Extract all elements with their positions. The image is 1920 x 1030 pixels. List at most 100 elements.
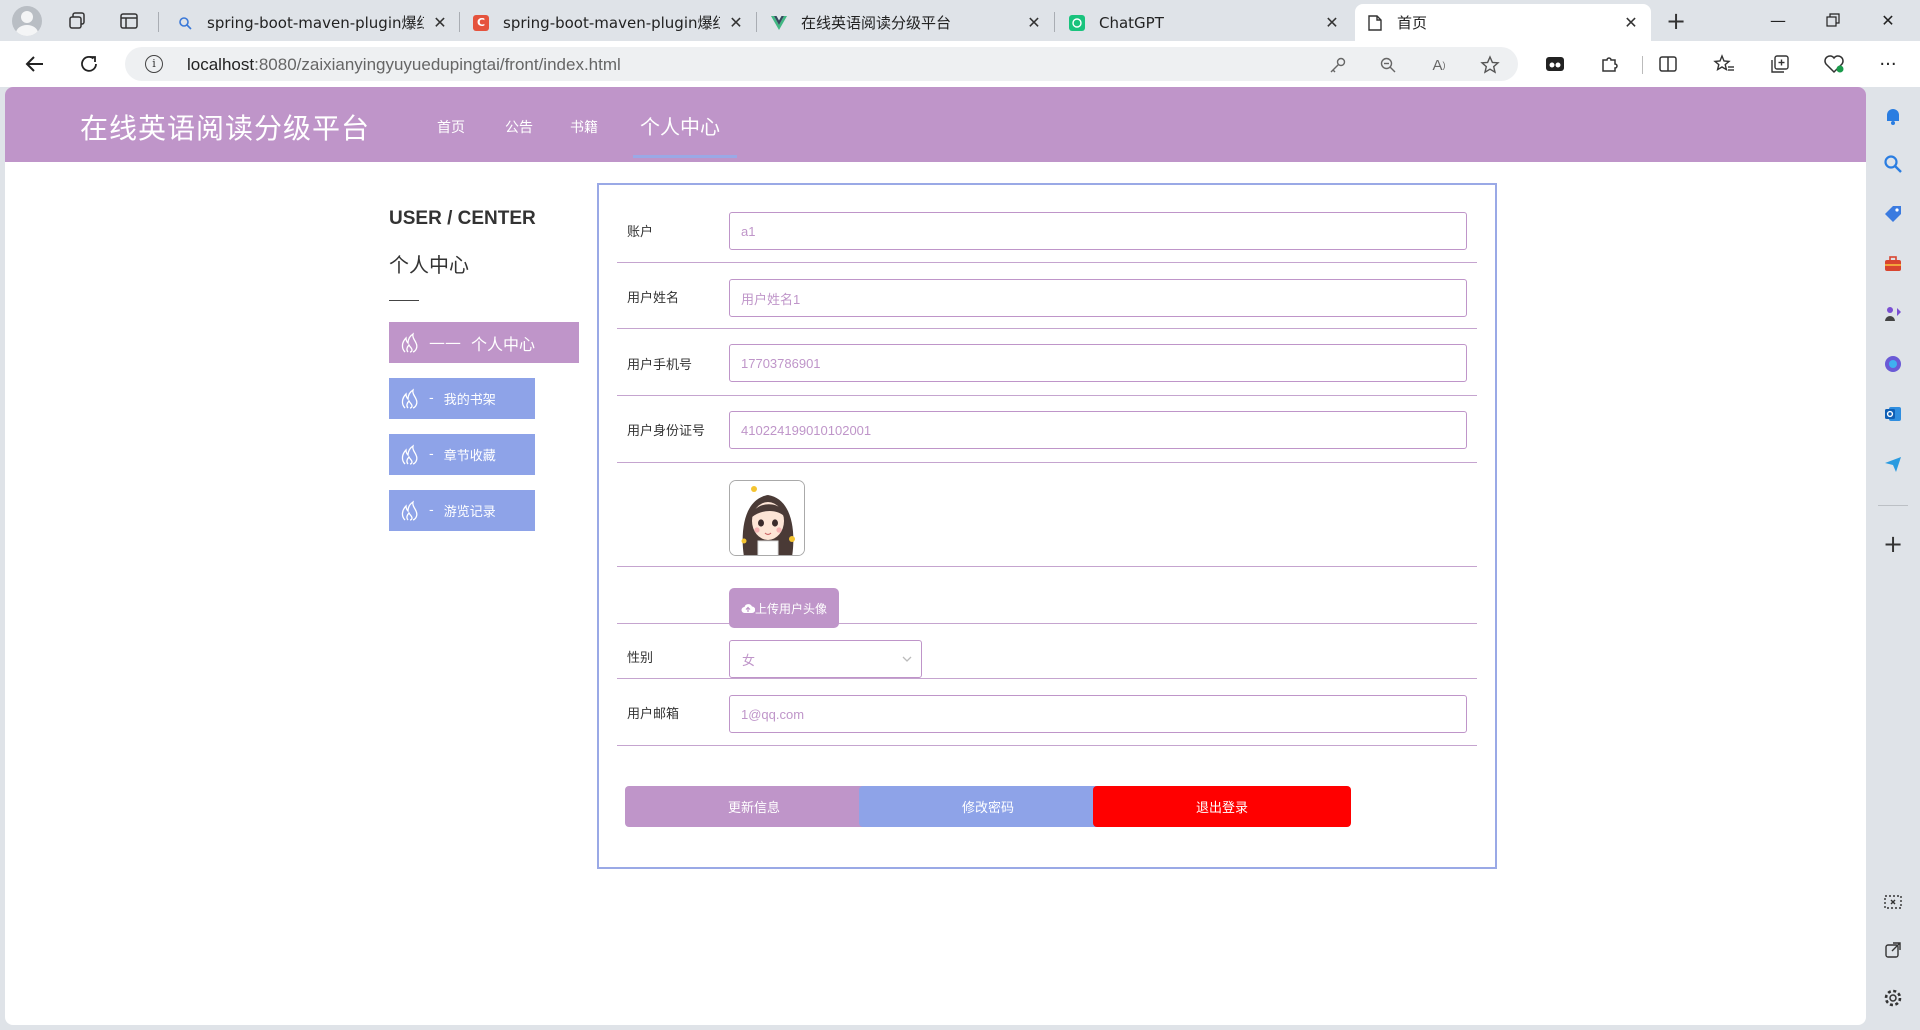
tab-csdn[interactable]: C spring-boot-maven-plugin爆红, ✕	[461, 4, 756, 41]
zoom-icon[interactable]	[1377, 54, 1399, 76]
menu-item-user-center[interactable]: —— 个人中心	[389, 322, 579, 363]
page-viewport: 在线英语阅读分级平台 首页 公告 书籍 个人中心 USER / CENTER 个…	[5, 87, 1866, 1025]
edge-sidebar: +	[1866, 87, 1920, 1030]
favorites-icon[interactable]	[1712, 52, 1736, 76]
menu-label: 个人中心	[471, 334, 536, 354]
close-icon[interactable]: ✕	[1623, 13, 1639, 32]
refresh-button[interactable]	[74, 49, 104, 79]
outlook-icon[interactable]	[1882, 403, 1904, 425]
profile-avatar-icon[interactable]	[12, 6, 42, 36]
back-button[interactable]	[20, 49, 50, 79]
phone-input[interactable]	[729, 344, 1467, 382]
vue-logo-icon	[771, 15, 787, 31]
toolbox-icon[interactable]	[1882, 253, 1904, 275]
chatgpt-logo-icon	[1069, 14, 1085, 31]
close-icon[interactable]: ✕	[1324, 13, 1340, 32]
notification-bell-icon[interactable]	[1882, 105, 1904, 127]
id-card-input[interactable]	[729, 411, 1467, 449]
more-menu-icon[interactable]: ···	[1876, 52, 1900, 76]
url-text[interactable]: localhost:8080/zaixianyingyuyuedupingtai…	[187, 55, 621, 75]
minimize-button[interactable]: —	[1752, 0, 1804, 40]
id-card-label: 用户身份证号	[627, 424, 706, 439]
restore-button[interactable]	[1807, 0, 1859, 40]
cloud-upload-icon	[741, 604, 755, 613]
update-info-button[interactable]: 更新信息	[625, 786, 883, 827]
gender-selected-value: 女	[742, 653, 756, 669]
search-icon[interactable]	[1882, 153, 1904, 175]
change-password-button[interactable]: 修改密码	[859, 786, 1117, 827]
extension-app-icon[interactable]	[1543, 52, 1567, 76]
screenshot-icon[interactable]	[1882, 891, 1904, 913]
email-input[interactable]	[729, 695, 1467, 733]
logout-button[interactable]: 退出登录	[1093, 786, 1351, 827]
collections-icon[interactable]	[1768, 52, 1792, 76]
close-window-button[interactable]: ✕	[1862, 0, 1914, 40]
email-label: 用户邮箱	[627, 707, 680, 722]
menu-label: 游览记录	[443, 505, 496, 520]
menu-label: 我的书架	[443, 393, 496, 408]
tab-chatgpt[interactable]: ChatGPT ✕	[1057, 4, 1352, 41]
nav-user-center[interactable]: 个人中心	[640, 111, 720, 140]
key-icon[interactable]	[1327, 54, 1349, 76]
shopping-tag-icon[interactable]	[1882, 203, 1904, 225]
nav-books[interactable]: 书籍	[570, 117, 598, 137]
menu-item-browse-history[interactable]: - 游览记录	[389, 490, 535, 531]
nav-announcements[interactable]: 公告	[505, 117, 533, 137]
read-aloud-icon[interactable]: A)	[1428, 54, 1450, 76]
tab-home-active[interactable]: 首页 ✕	[1355, 4, 1651, 41]
gender-select[interactable]: 女	[729, 640, 922, 678]
close-icon[interactable]: ✕	[432, 13, 448, 32]
menu-label: 章节收藏	[443, 449, 496, 464]
open-external-icon[interactable]	[1882, 939, 1904, 961]
account-input[interactable]	[729, 212, 1467, 250]
new-tab-button[interactable]: +	[1663, 7, 1689, 35]
vertical-tabs-icon[interactable]	[116, 8, 142, 34]
tab-title: 首页	[1397, 14, 1428, 32]
form-row-avatar	[617, 463, 1477, 567]
workspaces-icon[interactable]	[64, 8, 90, 34]
nav-active-underline	[633, 155, 737, 158]
chevron-down-icon	[902, 656, 912, 662]
user-center-subtitle: 个人中心	[389, 253, 469, 277]
menu-item-bookshelf[interactable]: - 我的书架	[389, 378, 535, 419]
split-screen-icon[interactable]	[1656, 52, 1680, 76]
tab-title: ChatGPT	[1099, 13, 1164, 32]
tab-search-1[interactable]: spring-boot-maven-plugin爆红 - ✕	[165, 4, 460, 41]
upload-avatar-button[interactable]: 上传用户头像	[729, 588, 839, 628]
page-icon	[1367, 14, 1383, 31]
nav-home[interactable]: 首页	[437, 117, 465, 137]
close-icon[interactable]: ✕	[728, 13, 744, 32]
settings-gear-icon[interactable]	[1882, 987, 1904, 1009]
address-bar[interactable]: i localhost:8080/zaixianyingyuyuedupingt…	[125, 47, 1518, 81]
browser-essentials-icon[interactable]	[1822, 52, 1846, 76]
form-row-upload: 上传用户头像	[617, 567, 1477, 628]
divider	[389, 300, 419, 301]
user-avatar-image[interactable]	[729, 480, 805, 556]
site-info-icon[interactable]: i	[145, 55, 163, 73]
form-row-id-card: 用户身份证号	[617, 396, 1477, 463]
flame-icon	[401, 444, 418, 465]
tab-platform[interactable]: 在线英语阅读分级平台 ✕	[759, 4, 1054, 41]
favorite-star-icon[interactable]	[1479, 54, 1501, 76]
gender-label: 性别	[627, 651, 654, 666]
form-row-gender: 性别 女	[617, 624, 1477, 679]
tab-title: spring-boot-maven-plugin爆红 -	[207, 14, 424, 32]
menu-dash: -	[429, 391, 434, 406]
flame-icon	[401, 388, 418, 409]
close-icon[interactable]: ✕	[1026, 13, 1042, 32]
add-sidebar-app-button[interactable]: +	[1882, 530, 1904, 558]
copilot-icon[interactable]	[1882, 353, 1904, 375]
tab-title: spring-boot-maven-plugin爆红,	[503, 14, 720, 32]
menu-dash: -	[429, 447, 434, 462]
form-row-phone: 用户手机号	[617, 329, 1477, 396]
form-row-name: 用户姓名	[617, 263, 1477, 329]
address-toolbar: i localhost:8080/zaixianyingyuyuedupingt…	[0, 41, 1920, 87]
games-icon[interactable]	[1882, 303, 1904, 325]
menu-dash: ——	[429, 333, 461, 352]
name-input[interactable]	[729, 279, 1467, 317]
profile-form-card: 账户 用户姓名 用户手机号 用户身份证号	[597, 183, 1497, 869]
search-icon	[177, 15, 193, 31]
menu-item-chapter-favorites[interactable]: - 章节收藏	[389, 434, 535, 475]
send-icon[interactable]	[1882, 453, 1904, 475]
extensions-puzzle-icon[interactable]	[1598, 52, 1622, 76]
